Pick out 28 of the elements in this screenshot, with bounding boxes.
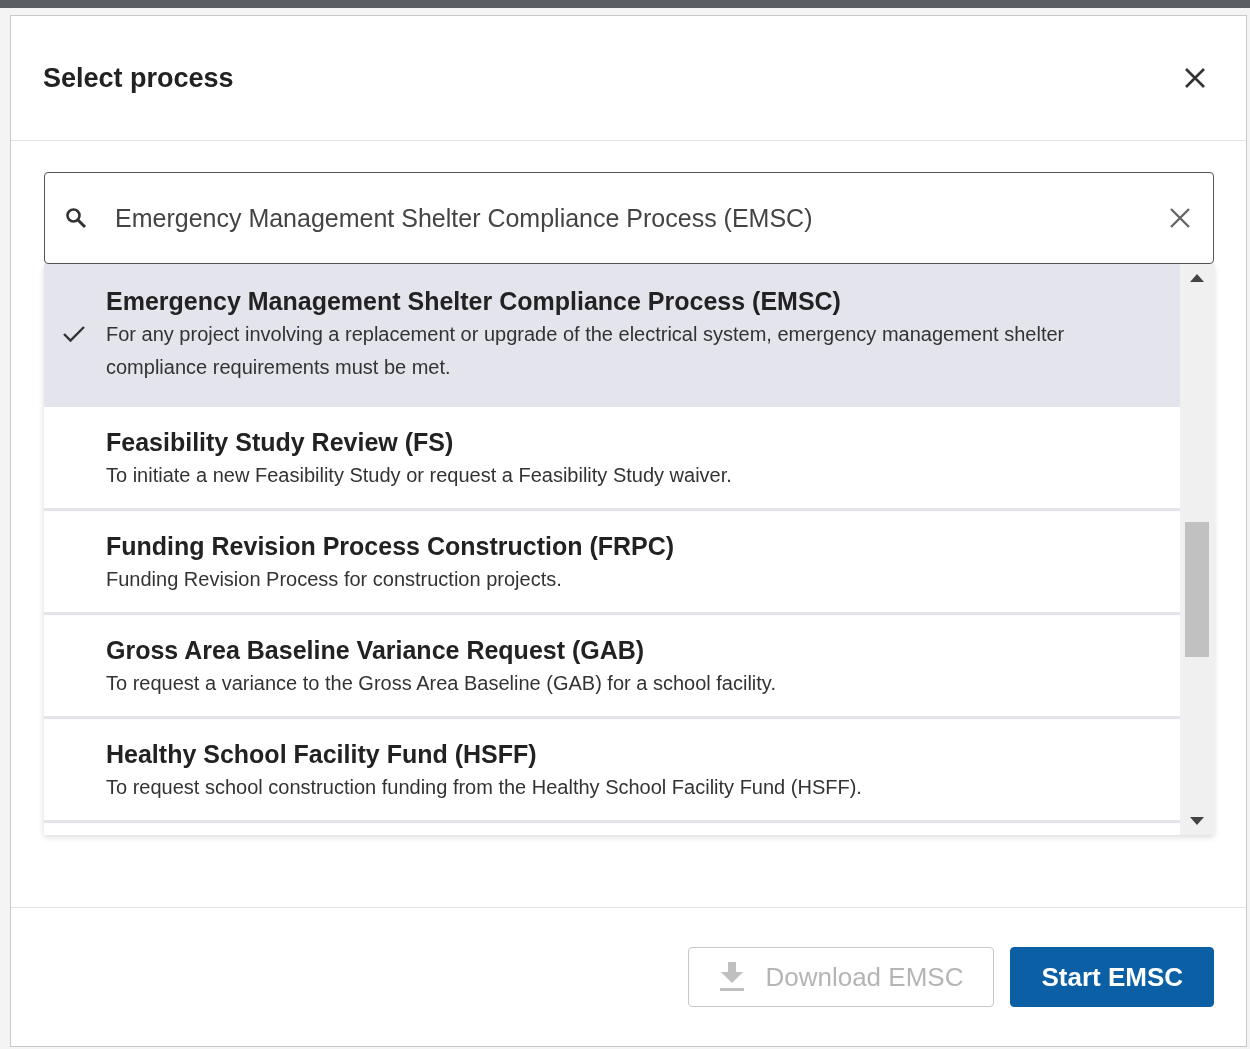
option-title: Healthy School Facility Fund (HSFF) [106, 739, 538, 770]
option-description: Funding Revision Process for construction projects. [106, 567, 563, 592]
close-icon [1184, 67, 1206, 89]
scrollbar[interactable] [1180, 264, 1214, 835]
search-icon [65, 207, 87, 229]
search-value: Emergency Management Shelter Compliance Process (EMSC) [115, 203, 814, 233]
option-title: Funding Revision Process Construction (FRPC) [106, 531, 675, 562]
option-title: Gross Area Baseline Variance Request (GAB) [106, 635, 646, 666]
scroll-thumb[interactable] [1185, 522, 1209, 657]
scroll-up-icon [1190, 274, 1204, 282]
scroll-down-icon [1190, 817, 1204, 825]
start-button[interactable]: Start EMSC [1010, 947, 1214, 1007]
search-field[interactable]: Emergency Management Shelter Compliance Process (EMSC) [44, 172, 1214, 264]
option-description: To initiate a new Feasibility Study or request a Feasibility Study waiver. [106, 463, 732, 488]
close-icon [1169, 207, 1191, 229]
download-icon [719, 962, 746, 992]
process-option[interactable]: Funding Revision Process Construction (FRPC) Funding Revision Process for construction projects. [44, 511, 1180, 615]
option-description: For any project involving a replacement or upgrade of the electrical system, emergency management shelter compliance requirements must be met. [106, 322, 1066, 380]
process-option[interactable]: Emergency Management Shelter Compliance Process (EMSC) For any project involving a replacement or upgrade of the electrical system, emergency management shelter compliance requirements must be met. [44, 264, 1180, 407]
process-option[interactable]: Gross Area Baseline Variance Request (GAB) To request a variance to the Gross Area Baseline (GAB) for a school facility. [44, 615, 1180, 719]
option-description: To request a variance to the Gross Area Baseline (GAB) for a school facility. [106, 671, 776, 696]
option-title: Feasibility Study Review (FS) [106, 427, 455, 458]
option-description: To request school construction funding from the Healthy School Facility Fund (HSFF). [106, 775, 862, 800]
option-title: Emergency Management Shelter Compliance Process (EMSC) [106, 286, 842, 317]
check-icon [62, 325, 86, 343]
process-option[interactable]: Healthy School Facility Fund (HSFF) To request school construction funding from the Healthy School Facility Fund (HSFF). [44, 719, 1180, 823]
dialog-title: Select process [43, 62, 234, 94]
process-option[interactable]: Feasibility Study Review (FS) To initiate a new Feasibility Study or request a Feasibility Study waiver. [44, 407, 1180, 511]
